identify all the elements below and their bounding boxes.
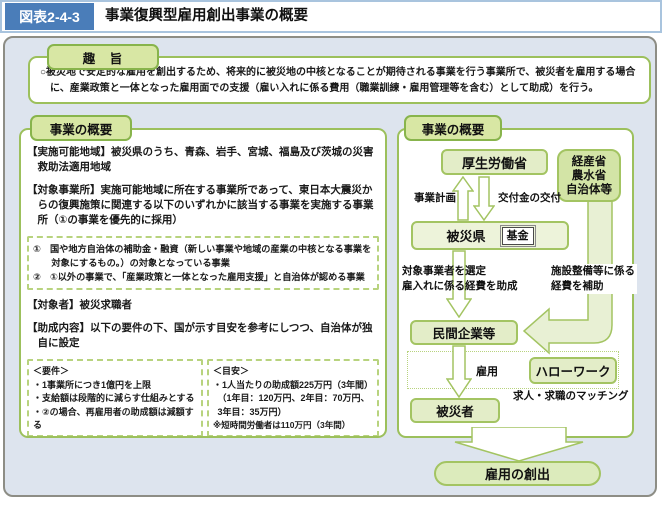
overview-target-text: 【対象者】被災求職者 <box>27 298 379 313</box>
guideline-line: ・1人当たりの助成額225万円（3年間） <box>213 379 373 393</box>
guideline-line: （1年目：120万円、2年目：70万円、 <box>213 392 373 406</box>
hellowork-node: ハローワーク <box>529 357 617 384</box>
select-label: 対象事業者を選定 雇入れに係る経費を助成 <box>402 264 518 294</box>
purpose-tab: 趣 旨 <box>47 44 159 70</box>
facility-subsidy-label: 施設整備等に係る 経費を補助 <box>549 264 637 294</box>
figure-title: 事業復興型雇用創出事業の概要 <box>105 2 308 31</box>
requirements-heading: ＜要件＞ <box>33 365 197 379</box>
guideline-box: ＜目安＞ ・1人当たりの助成額225万円（3年間） （1年目：120万円、2年目… <box>207 359 379 437</box>
overview-establishments-text: 【対象事業所】実施可能地域に所在する事業所であって、東日本大震災からの復興施策に… <box>27 183 379 228</box>
company-node: 民間企業等 <box>410 320 518 345</box>
grant-label: 交付金の交付 <box>498 190 561 205</box>
eligible-project-item: ② ①以外の事業で、「産業政策と一体となった雇用支援」と自治体が認める事業 <box>33 270 373 284</box>
flow-tab: 事業の概要 <box>404 115 502 141</box>
figure-header: 図表2-4-3 事業復興型雇用創出事業の概要 <box>0 0 662 33</box>
guideline-note: ※短時間労働者は110万円（3年間） <box>213 419 373 433</box>
employ-down-arrow-icon <box>446 345 472 398</box>
prefecture-node: 被災県 基金 <box>411 221 569 250</box>
grant-down-arrow-icon <box>473 176 495 221</box>
figure-page: 図表2-4-3 事業復興型雇用創出事業の概要 ○被災地で安定的な雇用を創出するた… <box>0 0 662 505</box>
requirement-item: ・1事業所につき1億円を上限 <box>33 379 197 393</box>
employ-label: 雇用 <box>476 363 498 379</box>
eligible-projects-box: ① 国や地方自治体の補助金・融資（新しい事業や地域の産業の中核となる事業を対象に… <box>27 236 379 290</box>
overview-area-text: 【実施可能地域】被災県のうち、青森、岩手、宮城、福島及び茨城の災害救助法適用地域 <box>27 145 379 175</box>
fund-badge: 基金 <box>502 227 534 245</box>
overview-tab: 事業の概要 <box>30 115 132 141</box>
overview-subsidy-text: 【助成内容】以下の要件の下、国が示す目安を参考にしつつ、自治体が独自に設定 <box>27 321 379 351</box>
matching-label: 求人・求職のマッチング <box>513 388 629 403</box>
victim-node: 被災者 <box>410 398 500 423</box>
figure-number-badge: 図表2-4-3 <box>5 3 94 30</box>
requirement-item: ・支給額は段階的に減らす仕組みとする <box>33 392 197 406</box>
mhlw-node: 厚生労働省 <box>441 149 548 175</box>
guideline-line: 3年目：35万円） <box>213 406 373 420</box>
outcome-big-arrow-icon <box>454 427 584 462</box>
requirement-item: ・②の場合、再雇用者の助成額は減額する <box>33 406 197 433</box>
requirements-box: ＜要件＞ ・1事業所につき1億円を上限 ・支給額は段階的に減らす仕組みとする ・… <box>27 359 203 437</box>
outcome-pill: 雇用の創出 <box>434 461 601 486</box>
overview-box: 【実施可能地域】被災県のうち、青森、岩手、宮城、福島及び茨城の災害救助法適用地域… <box>19 128 387 438</box>
conditions-row: ＜要件＞ ・1事業所につき1億円を上限 ・支給額は段階的に減らす仕組みとする ・… <box>27 359 379 437</box>
plan-label: 事業計画 <box>414 190 456 205</box>
ministries-node: 経産省 農水省 自治体等 <box>557 149 621 202</box>
eligible-project-item: ① 国や地方自治体の補助金・融資（新しい事業や地域の産業の中核となる事業を対象に… <box>33 242 373 270</box>
guideline-heading: ＜目安＞ <box>213 365 373 379</box>
